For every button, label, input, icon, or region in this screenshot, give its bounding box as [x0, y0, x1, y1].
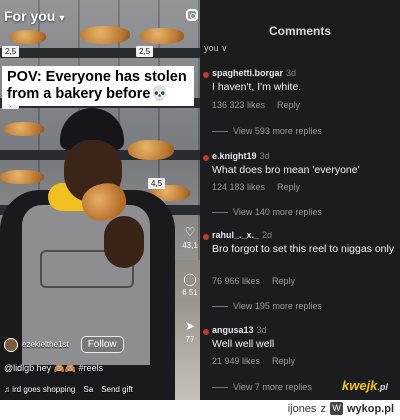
avatar[interactable] [203, 234, 209, 240]
source-credit: ijones z W wykop.pl [288, 402, 394, 415]
reply-button[interactable]: Reply [272, 276, 295, 286]
comments-panel: Comments you ∨ spaghetti.borgar 3d I have… [200, 0, 400, 400]
comment-icon[interactable]: ◯ [180, 272, 200, 286]
like-count: 76 966 likes [212, 276, 261, 286]
send-gift-button[interactable]: Send gift [101, 385, 133, 394]
share-icon[interactable]: ➤ [180, 319, 200, 333]
comment-text: Well well well [212, 338, 275, 350]
wykop-logo-icon: W [329, 402, 343, 415]
person [0, 0, 175, 400]
video-description: @lidlgb hey 🙈🙈 #reels [4, 363, 104, 373]
comment-text: I haven't, I'm white. [212, 81, 302, 93]
creator-row: ezekielthe1st Follow [4, 336, 124, 353]
creator-username[interactable]: ezekielthe1st [22, 340, 69, 349]
camera-icon[interactable] [186, 9, 198, 21]
like-count: 43,1 [182, 241, 198, 250]
view-replies-link[interactable]: View 195 more replies [212, 301, 322, 311]
chevron-down-icon: ▼ [57, 13, 67, 23]
reply-button[interactable]: Reply [277, 182, 300, 192]
hand [104, 216, 144, 268]
heart-icon[interactable]: ♡ [180, 225, 200, 239]
comment-time: 3d [259, 151, 270, 161]
comment-username[interactable]: e.knight19 3d [212, 151, 270, 161]
comment-meta: 136 323 likes Reply [212, 100, 300, 110]
avatar[interactable] [203, 72, 209, 78]
audio-extra: Sa [83, 385, 94, 394]
view-replies-link[interactable]: View 140 more replies [212, 207, 322, 217]
video-frame[interactable]: 2,5 2,5 2,5 4,5 For you▼ POV: Everyone h… [0, 0, 200, 400]
author-name[interactable]: ijones [288, 403, 317, 415]
comment-count: 6 51 [182, 288, 198, 297]
like-count: 124 183 likes [212, 182, 266, 192]
like-count: 21 949 likes [212, 356, 261, 366]
comment-meta: 76 966 likes Reply [212, 276, 295, 286]
comment-meta: 124 183 likes Reply [212, 182, 300, 192]
comment-meta: 21 949 likes Reply [212, 356, 295, 366]
reply-button[interactable]: Reply [272, 356, 295, 366]
comments-title: Comments [268, 24, 331, 38]
avatar[interactable] [203, 329, 209, 335]
meme-image: 2,5 2,5 2,5 4,5 For you▼ POV: Everyone h… [0, 0, 400, 400]
comment-time: 3d [286, 68, 297, 78]
comment-time: 3d [256, 325, 267, 335]
like-count: 136 323 likes [212, 100, 266, 110]
video-caption: POV: Everyone has stolen from a bakery b… [2, 66, 194, 106]
via-label: z [320, 402, 326, 415]
comment-time: 2d [262, 230, 273, 240]
view-replies-link[interactable]: View 593 more replies [212, 126, 322, 136]
for-you-label: For you [4, 8, 56, 24]
audio-row: ♫ ird goes shopping Sa Send gift [4, 385, 133, 394]
side-actions: ♡ 43,1 ◯ 6 51 ➤ 77 [180, 225, 200, 344]
for-you-header[interactable]: For you ▼ [4, 8, 66, 24]
avatar[interactable] [4, 337, 18, 352]
kwejk-watermark: kwejk.pl [342, 378, 388, 393]
reply-button[interactable]: Reply [277, 100, 300, 110]
follow-button[interactable]: Follow [80, 336, 124, 353]
audio-track[interactable]: ♫ ird goes shopping [4, 385, 75, 394]
comment-username[interactable]: spaghetti.borgar 3d [212, 68, 296, 78]
source-site[interactable]: wykop.pl [347, 403, 394, 415]
comment-text: Bro forgot to set this reel to niggas on… [212, 243, 395, 255]
comment-username[interactable]: angusa13 3d [212, 325, 267, 335]
comment-username[interactable]: rahul_._x._ 2d [212, 230, 272, 240]
comment-text: What does bro mean 'everyone' [212, 164, 360, 176]
avatar[interactable] [203, 155, 209, 161]
source-footer: ijones z W wykop.pl [0, 400, 400, 420]
share-count: 77 [185, 335, 195, 344]
you-label[interactable]: you ∨ [204, 43, 228, 54]
view-replies-link[interactable]: View 7 more replies [212, 382, 312, 392]
